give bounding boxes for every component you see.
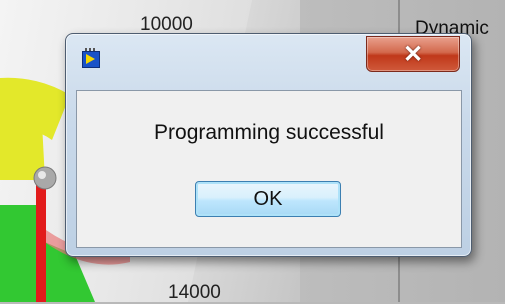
close-button[interactable]: ✕ <box>366 36 460 72</box>
dialog-titlebar[interactable]: ✕ <box>66 34 471 74</box>
dialog-content: Programming successful OK <box>76 90 462 248</box>
gauge-needle <box>36 180 46 302</box>
gauge-needle-knob[interactable] <box>33 166 57 190</box>
gauge-green-zone <box>0 205 40 302</box>
dialog-message: Programming successful <box>154 121 384 144</box>
gauge-scale-label-bottom: 14000 <box>168 282 221 303</box>
labview-app-icon <box>82 48 100 68</box>
ok-button[interactable]: OK <box>195 181 341 217</box>
close-icon: ✕ <box>402 41 424 68</box>
message-dialog: ✕ Programming successful OK <box>65 33 472 257</box>
